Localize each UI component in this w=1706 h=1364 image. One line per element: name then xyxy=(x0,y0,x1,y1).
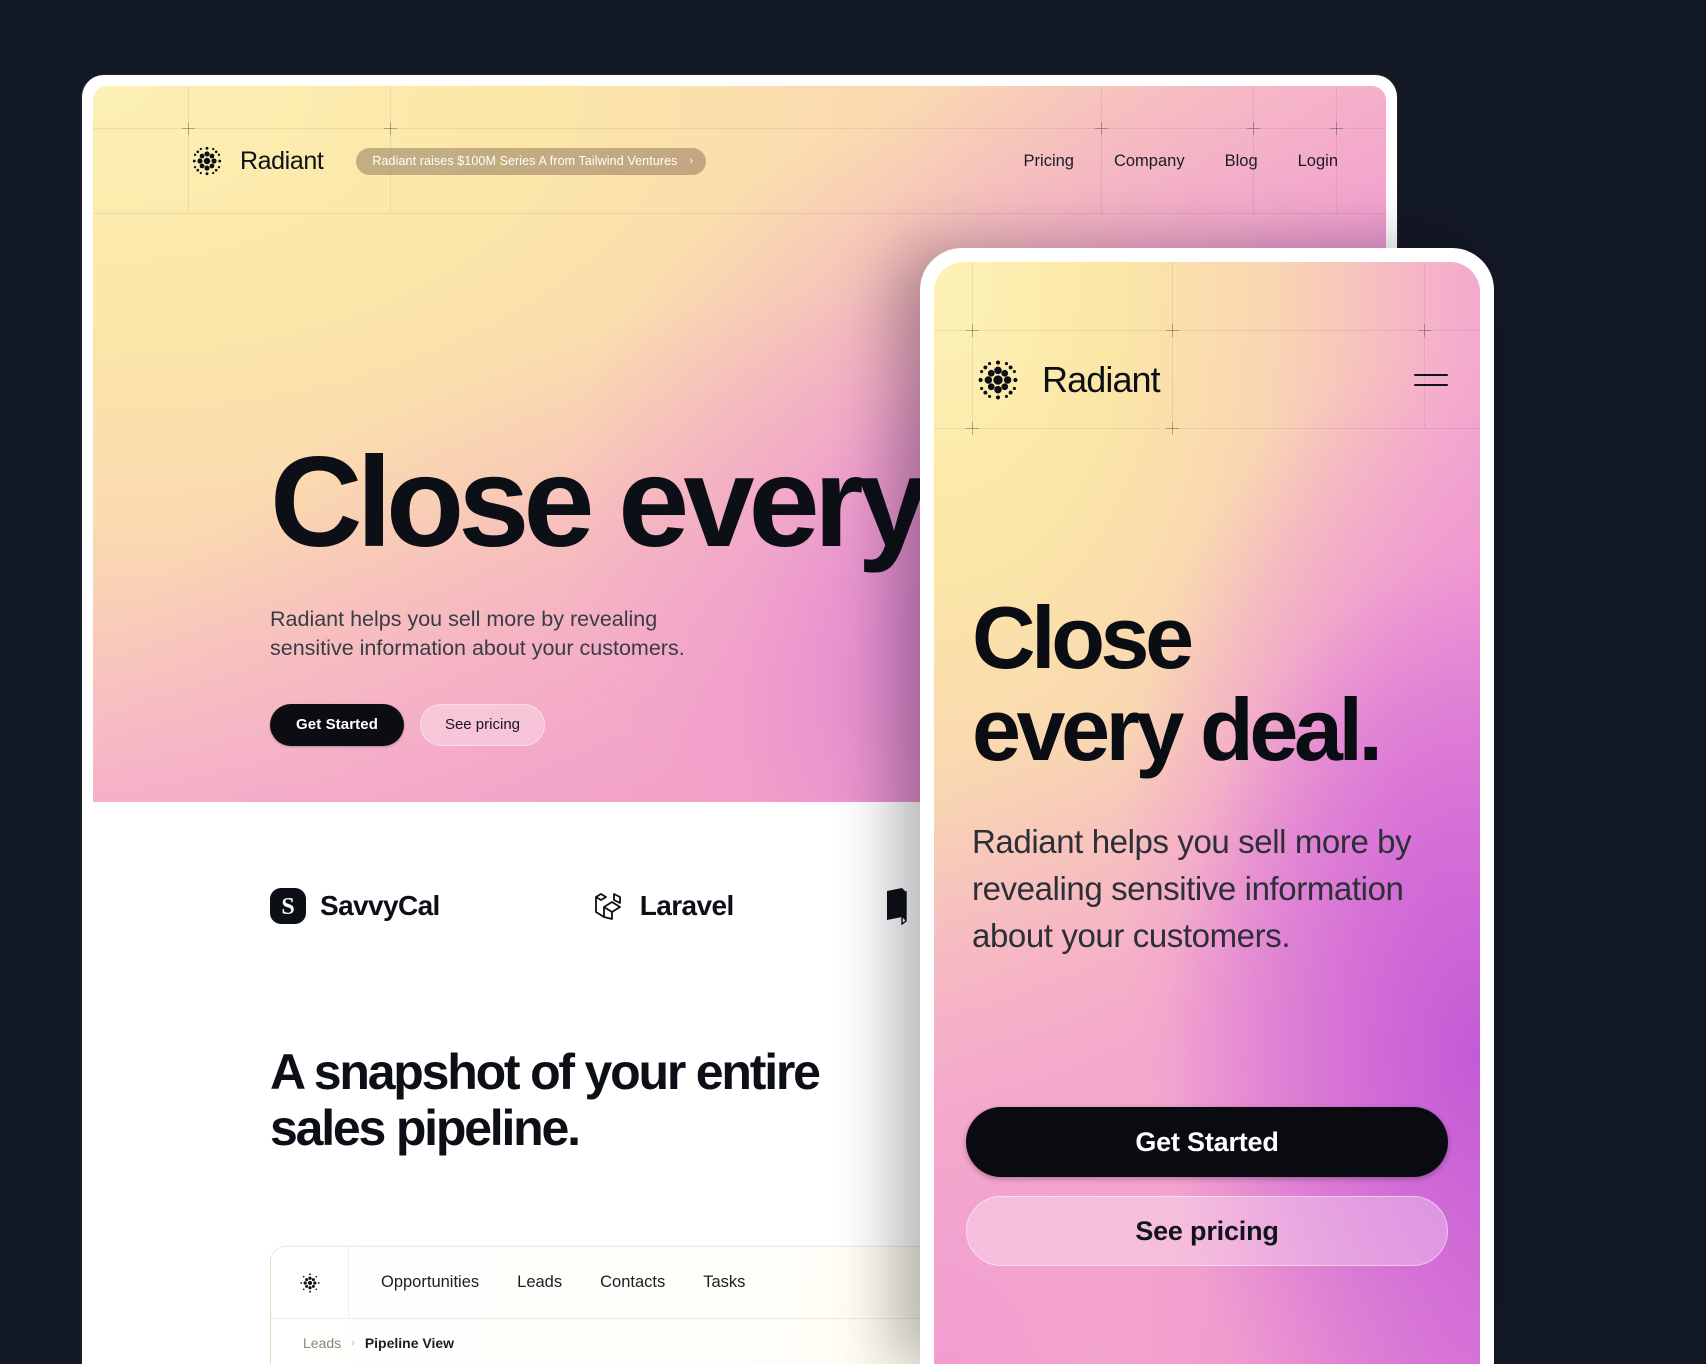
screenshot-stage: Radiant Radiant raises $100M Series A fr… xyxy=(0,0,1706,1364)
laravel-logo-icon xyxy=(594,893,621,920)
tuple-logo-icon xyxy=(886,888,907,925)
mobile-headline-line2: every deal. xyxy=(972,679,1383,779)
crm-tab-opportunities[interactable]: Opportunities xyxy=(381,1273,479,1292)
nav-link-company[interactable]: Company xyxy=(1114,152,1185,171)
hamburger-menu-icon[interactable] xyxy=(1414,370,1448,390)
mobile-navbar: Radiant xyxy=(972,354,1448,406)
mobile-page: Radiant Close every deal. Radiant helps … xyxy=(934,262,1480,1364)
mobile-get-started-button[interactable]: Get Started xyxy=(966,1107,1448,1177)
mobile-phone-card: Radiant Close every deal. Radiant helps … xyxy=(920,248,1494,1364)
crm-logo xyxy=(271,1247,349,1318)
hero-subheadline-line2: sensitive information about your custome… xyxy=(270,636,685,661)
desktop-navbar: Radiant Radiant raises $100M Series A fr… xyxy=(93,138,1386,184)
radiant-dot-burst-icon xyxy=(192,146,222,176)
crm-tab-leads[interactable]: Leads xyxy=(517,1273,562,1292)
section-heading-line2: sales pipeline. xyxy=(270,1100,581,1156)
brand-name: Radiant xyxy=(240,146,324,175)
mobile-hero-headline: Close every deal. xyxy=(972,592,1450,775)
see-pricing-button[interactable]: See pricing xyxy=(419,703,545,746)
section-heading: A snapshot of your entire sales pipeline… xyxy=(270,1044,930,1156)
mobile-see-pricing-button[interactable]: See pricing xyxy=(966,1196,1448,1266)
mobile-brand-name: Radiant xyxy=(1042,359,1161,400)
nav-link-blog[interactable]: Blog xyxy=(1225,152,1258,171)
chevron-right-icon: › xyxy=(689,155,694,167)
section-heading-line1: A snapshot of your entire xyxy=(270,1044,821,1100)
mobile-brand-logo[interactable]: Radiant xyxy=(972,354,1161,406)
get-started-button[interactable]: Get Started xyxy=(270,703,404,746)
announcement-pill[interactable]: Radiant raises $100M Series A from Tailw… xyxy=(356,147,707,175)
brand-logo[interactable]: Radiant xyxy=(188,142,324,180)
crm-tab-contacts[interactable]: Contacts xyxy=(600,1273,665,1292)
hero-subheadline: Radiant helps you sell more by revealing… xyxy=(270,605,730,664)
logo-savvycal-label: SavvyCal xyxy=(320,890,440,921)
nav-link-login[interactable]: Login xyxy=(1298,152,1338,171)
mobile-headline-line1: Close xyxy=(972,588,1194,687)
radiant-dot-burst-icon xyxy=(299,1272,320,1293)
mobile-hero-subheadline: Radiant helps you sell more by revealing… xyxy=(972,823,1412,954)
radiant-dot-burst-icon xyxy=(978,360,1018,400)
nav-link-pricing[interactable]: Pricing xyxy=(1024,152,1074,171)
logo-savvycal: S SavvyCal xyxy=(270,888,440,924)
announcement-text: Radiant raises $100M Series A from Tailw… xyxy=(372,154,678,168)
mobile-cta-group: Get Started See pricing xyxy=(966,1107,1448,1266)
logo-laravel: Laravel xyxy=(590,888,734,924)
breadcrumb-parent[interactable]: Leads xyxy=(303,1335,341,1351)
breadcrumb-separator-icon: › xyxy=(351,1337,355,1349)
primary-nav: Pricing Company Blog Login xyxy=(1024,152,1338,171)
savvycal-logo-icon: S xyxy=(270,888,306,924)
logo-laravel-label: Laravel xyxy=(639,890,734,921)
mobile-hero-content: Close every deal. Radiant helps you sell… xyxy=(972,592,1450,960)
breadcrumb-current: Pipeline View xyxy=(364,1335,455,1351)
crm-tab-bar: Opportunities Leads Contacts Tasks xyxy=(349,1273,745,1292)
crm-tab-tasks[interactable]: Tasks xyxy=(703,1273,745,1292)
hero-subheadline-line1: Radiant helps you sell more by revealing xyxy=(270,606,658,631)
svg-text:S: S xyxy=(281,894,294,920)
